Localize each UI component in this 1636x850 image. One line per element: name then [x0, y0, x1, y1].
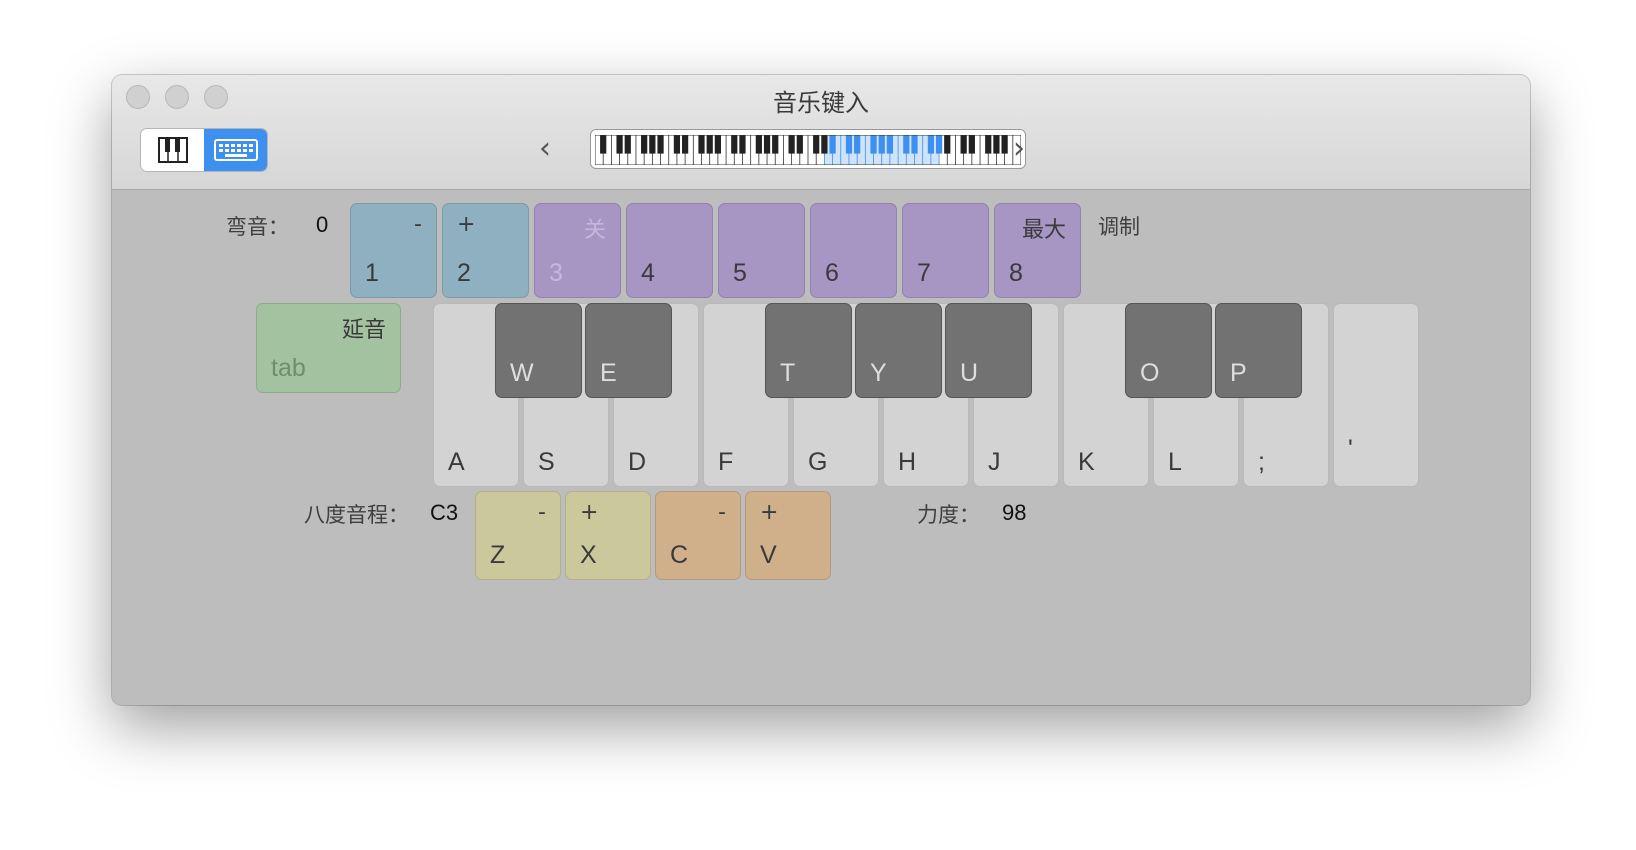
octave-value: C3	[430, 500, 459, 525]
octave-label: 八度音程：	[304, 503, 409, 527]
white-key-quote[interactable]: '	[1333, 303, 1419, 487]
window-title: 音乐键入	[773, 89, 869, 117]
key-label: E	[600, 359, 617, 387]
key-symbol: +	[760, 500, 779, 525]
velocity-value: 98	[1002, 500, 1027, 525]
key-symbol: 最大	[1021, 218, 1066, 243]
keyboard-area: 弯音： 0 - 1 + 2 关 3 4 5 6 7 最大 8 调制 延音 tab…	[112, 190, 1530, 705]
key-7[interactable]: 7	[902, 203, 989, 298]
key-label: H	[898, 448, 917, 476]
key-label: L	[1168, 448, 1182, 476]
key-4[interactable]: 4	[626, 203, 713, 298]
key-label: J	[988, 448, 1001, 476]
key-2[interactable]: + 2	[442, 203, 529, 298]
key-label: A	[448, 448, 465, 476]
view-mode-segmented-control	[140, 128, 268, 172]
key-symbol: -	[538, 500, 546, 525]
key-label: 3	[549, 259, 563, 287]
key-label: 7	[917, 259, 931, 287]
key-symbol: -	[414, 212, 422, 237]
key-label: U	[960, 359, 979, 387]
key-label: G	[808, 448, 828, 476]
key-1[interactable]: - 1	[350, 203, 437, 298]
key-symbol: +	[580, 500, 599, 525]
key-label: X	[580, 541, 597, 569]
musical-typing-window: 音乐键入 ‹ › 弯音： 0 - 1 + 2 关 3 4 5 6 7 最大 8 …	[112, 75, 1530, 705]
octave-down-key-z[interactable]: - Z	[475, 491, 561, 580]
key-label: F	[718, 448, 734, 476]
key-5[interactable]: 5	[718, 203, 805, 298]
key-label: 6	[825, 259, 839, 287]
key-3[interactable]: 关 3	[534, 203, 621, 298]
title-bar: 音乐键入 ‹ ›	[112, 75, 1530, 190]
key-label: 2	[457, 259, 471, 287]
key-8[interactable]: 最大 8	[994, 203, 1081, 298]
previous-range-button[interactable]: ‹	[533, 129, 557, 169]
key-6[interactable]: 6	[810, 203, 897, 298]
velocity-label: 力度：	[917, 503, 980, 527]
piano-view-button[interactable]	[141, 129, 204, 171]
pitch-bend-value: 0	[316, 212, 329, 237]
black-key-p[interactable]: P	[1215, 303, 1302, 398]
black-key-e[interactable]: E	[585, 303, 672, 398]
piano-keys-icon	[157, 137, 188, 163]
mini-keyboard-range-icon	[595, 135, 1021, 165]
pitch-bend-label: 弯音：	[226, 215, 289, 239]
next-range-button[interactable]: ›	[1007, 129, 1031, 169]
key-label: Y	[870, 359, 887, 387]
key-symbol: +	[457, 212, 476, 237]
octave-up-key-x[interactable]: + X	[565, 491, 651, 580]
key-label: K	[1078, 448, 1095, 476]
sustain-label: 延音	[341, 318, 386, 343]
key-label: P	[1230, 359, 1247, 387]
modulation-label: 调制	[1098, 215, 1140, 239]
sustain-key-label: tab	[271, 354, 306, 382]
black-key-w[interactable]: W	[495, 303, 582, 398]
velocity-up-key-v[interactable]: + V	[745, 491, 831, 580]
black-key-u[interactable]: U	[945, 303, 1032, 398]
key-label: S	[538, 448, 555, 476]
key-label: 1	[365, 259, 379, 287]
key-label: '	[1348, 435, 1353, 463]
key-label: 4	[641, 259, 655, 287]
key-label: 5	[733, 259, 747, 287]
black-key-y[interactable]: Y	[855, 303, 942, 398]
key-label: D	[628, 448, 647, 476]
keyboard-range-selector[interactable]	[590, 129, 1026, 169]
key-symbol: -	[718, 500, 726, 525]
keyboard-view-button[interactable]	[204, 129, 267, 171]
velocity-down-key-c[interactable]: - C	[655, 491, 741, 580]
sustain-key[interactable]: 延音 tab	[256, 303, 401, 393]
key-label: Z	[490, 541, 506, 569]
key-label: W	[510, 359, 534, 387]
key-label: O	[1140, 359, 1160, 387]
key-label: C	[670, 541, 689, 569]
key-label: V	[760, 541, 777, 569]
black-key-t[interactable]: T	[765, 303, 852, 398]
key-label: 8	[1009, 259, 1023, 287]
computer-keyboard-icon	[214, 139, 258, 161]
key-label: T	[780, 359, 796, 387]
key-symbol: 关	[583, 218, 606, 243]
black-key-o[interactable]: O	[1125, 303, 1212, 398]
key-label: ;	[1258, 448, 1265, 476]
